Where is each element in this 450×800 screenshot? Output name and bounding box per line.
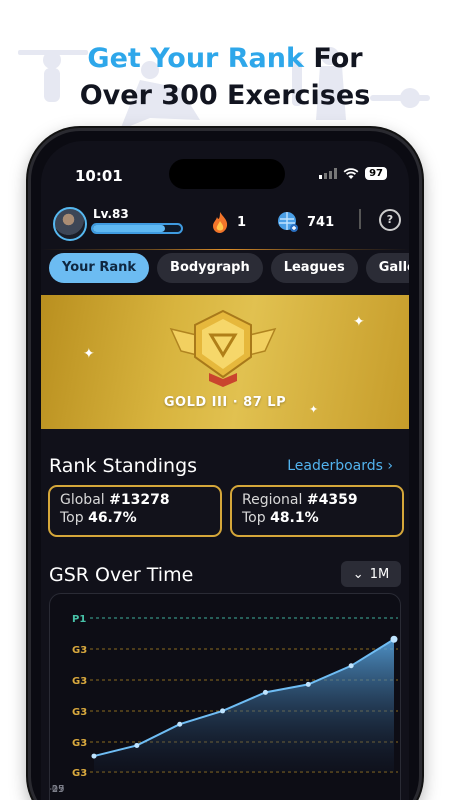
regional-label: Regional: [242, 492, 303, 508]
y-tick-label: G3: [72, 676, 87, 687]
time-range-value: 1M: [369, 566, 390, 582]
avatar[interactable]: [53, 207, 87, 241]
gold-rank-badge-icon: [169, 309, 277, 387]
global-label: Global: [60, 492, 105, 508]
globe-gem-icon: [278, 212, 298, 232]
signal-icon: [319, 168, 338, 179]
data-point: [91, 753, 97, 759]
phone-frame: 10:01 97 Lv.83 1 741 ? Your Rank Bodygra…: [28, 128, 422, 800]
sparkle-icon: ✦: [353, 314, 365, 330]
regional-top-label: Top: [242, 510, 266, 526]
global-top-label: Top: [60, 510, 84, 526]
headline-line2: Over 300 Exercises: [79, 80, 371, 111]
tab-your-rank[interactable]: Your Rank: [49, 253, 150, 283]
regional-rank-value: #4359: [306, 492, 358, 508]
leaderboards-link[interactable]: Leaderboards ›: [287, 458, 393, 474]
global-rank-value: #13278: [109, 492, 170, 508]
chevron-right-icon: ›: [387, 458, 393, 474]
y-tick-label: P1: [72, 614, 86, 625]
sparkle-icon: ✦: [83, 346, 95, 362]
status-time: 10:01: [75, 167, 123, 185]
data-point: [220, 708, 226, 714]
status-bar: 10:01 97: [41, 141, 409, 189]
rank-standings-title: Rank Standings: [49, 455, 198, 477]
gems-count: 741: [307, 214, 335, 230]
streak-counter[interactable]: 1: [211, 211, 246, 233]
data-point: [177, 721, 183, 727]
leaderboards-link-label: Leaderboards: [287, 458, 383, 474]
xp-progress-bar: [91, 223, 183, 234]
tab-bar: Your Rank Bodygraph Leagues Gallery: [49, 253, 409, 287]
global-top-value: 46.7%: [88, 510, 137, 526]
profile-bar: Lv.83 1 741 ?: [53, 205, 401, 241]
rank-hero-banner: ✦ ✦ ✦ GOLD III · 87 LP: [41, 295, 409, 429]
tab-bodygraph[interactable]: Bodygraph: [157, 253, 263, 283]
regional-top-value: 48.1%: [270, 510, 319, 526]
x-tick-label: 10-25: [50, 784, 65, 795]
regional-rank-card[interactable]: Regional #4359 Top 48.1%: [230, 485, 404, 537]
flame-icon: [213, 212, 228, 233]
data-point: [305, 681, 311, 687]
gsr-chart-svg: P1G3G3G3G3G310-0910-1710-25: [50, 614, 398, 795]
time-range-dropdown[interactable]: ⌄ 1M: [341, 561, 401, 587]
tab-gallery[interactable]: Gallery: [365, 253, 409, 283]
data-point: [262, 689, 268, 695]
global-rank-card[interactable]: Global #13278 Top 46.7%: [48, 485, 222, 537]
chevron-down-icon: ⌄: [352, 566, 364, 582]
y-tick-label: G3: [72, 738, 87, 749]
gems-counter[interactable]: 741: [277, 211, 334, 233]
streak-count: 1: [237, 214, 247, 230]
gsr-chart: P1G3G3G3G3G310-0910-1710-25: [49, 593, 401, 800]
tab-leagues[interactable]: Leagues: [270, 253, 358, 283]
data-point: [134, 742, 140, 748]
headline-accent: Get Your Rank: [87, 43, 304, 74]
data-point: [390, 635, 398, 643]
dynamic-island: [169, 159, 285, 189]
promo-headline: Get Your Rank For Over 300 Exercises: [0, 40, 450, 114]
y-tick-label: G3: [72, 707, 87, 718]
y-tick-label: G3: [72, 768, 87, 779]
data-point: [348, 663, 354, 669]
rank-name: GOLD III · 87 LP: [163, 395, 287, 410]
help-icon[interactable]: ?: [379, 209, 401, 231]
header-divider: [41, 249, 409, 250]
xp-progress-fill: [93, 225, 166, 232]
wifi-icon: [343, 167, 359, 179]
divider: [359, 209, 361, 229]
battery-icon: 97: [365, 167, 387, 180]
app-screen: 10:01 97 Lv.83 1 741 ? Your Rank Bodygra…: [41, 141, 409, 800]
headline-rest: For: [303, 43, 363, 74]
level-label: Lv.83: [93, 207, 129, 221]
gsr-area: [94, 639, 394, 772]
y-tick-label: G3: [72, 645, 87, 656]
status-icons: 97: [319, 167, 387, 180]
gsr-title: GSR Over Time: [49, 564, 194, 586]
